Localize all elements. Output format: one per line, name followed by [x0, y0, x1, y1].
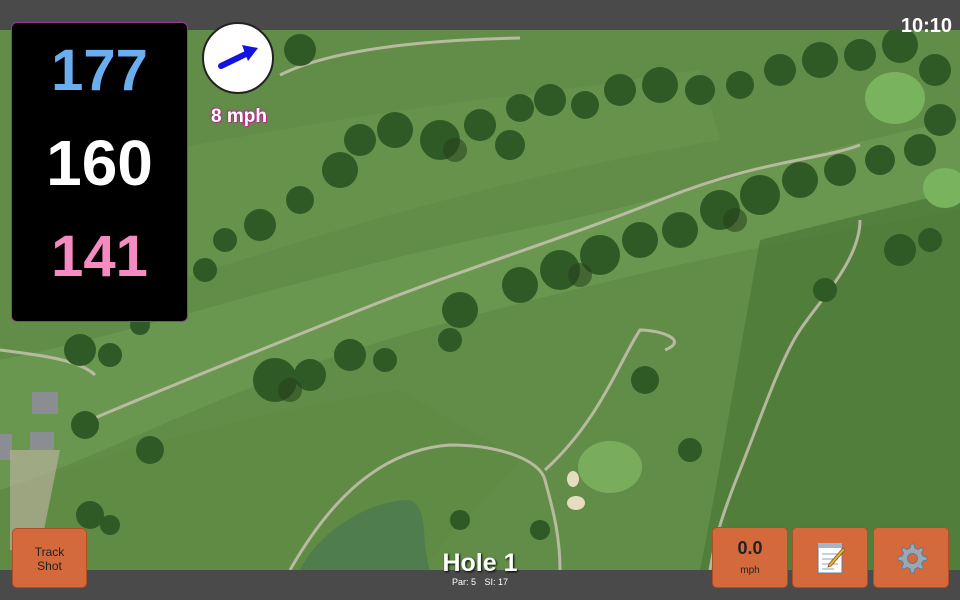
gear-icon — [897, 543, 928, 574]
front-distance: 141 — [51, 224, 148, 289]
hole-stroke-index: SI: 17 — [484, 577, 509, 587]
hole-title: Hole 1 — [442, 549, 518, 577]
speed-button[interactable]: 0.0 mph — [712, 527, 788, 588]
hole-par: Par: 5 — [451, 577, 476, 587]
settings-button[interactable] — [873, 527, 949, 588]
hole-details: Par: 5 SI: 17 — [380, 577, 580, 587]
wind-direction-indicator — [202, 22, 274, 94]
clock: 10:10 — [900, 15, 952, 37]
notepad-icon — [817, 543, 846, 574]
center-distance: 160 — [46, 127, 153, 199]
golf-gps-app: 10:10 177 160 141 8 mph Track Shot Hole … — [0, 0, 960, 600]
speed-unit: mph — [740, 565, 760, 576]
back-distance: 177 — [51, 38, 148, 103]
distance-panel: 177 160 141 — [11, 22, 188, 322]
notes-button[interactable] — [792, 527, 868, 588]
speed-value: 0.0 — [737, 538, 763, 558]
arrow-icon — [218, 45, 258, 69]
wind-speed: 8 mph — [211, 106, 267, 127]
track-shot-label-line1: Track — [34, 545, 65, 559]
track-shot-label-line2: Shot — [37, 559, 62, 573]
track-shot-button[interactable]: Track Shot — [12, 528, 87, 588]
